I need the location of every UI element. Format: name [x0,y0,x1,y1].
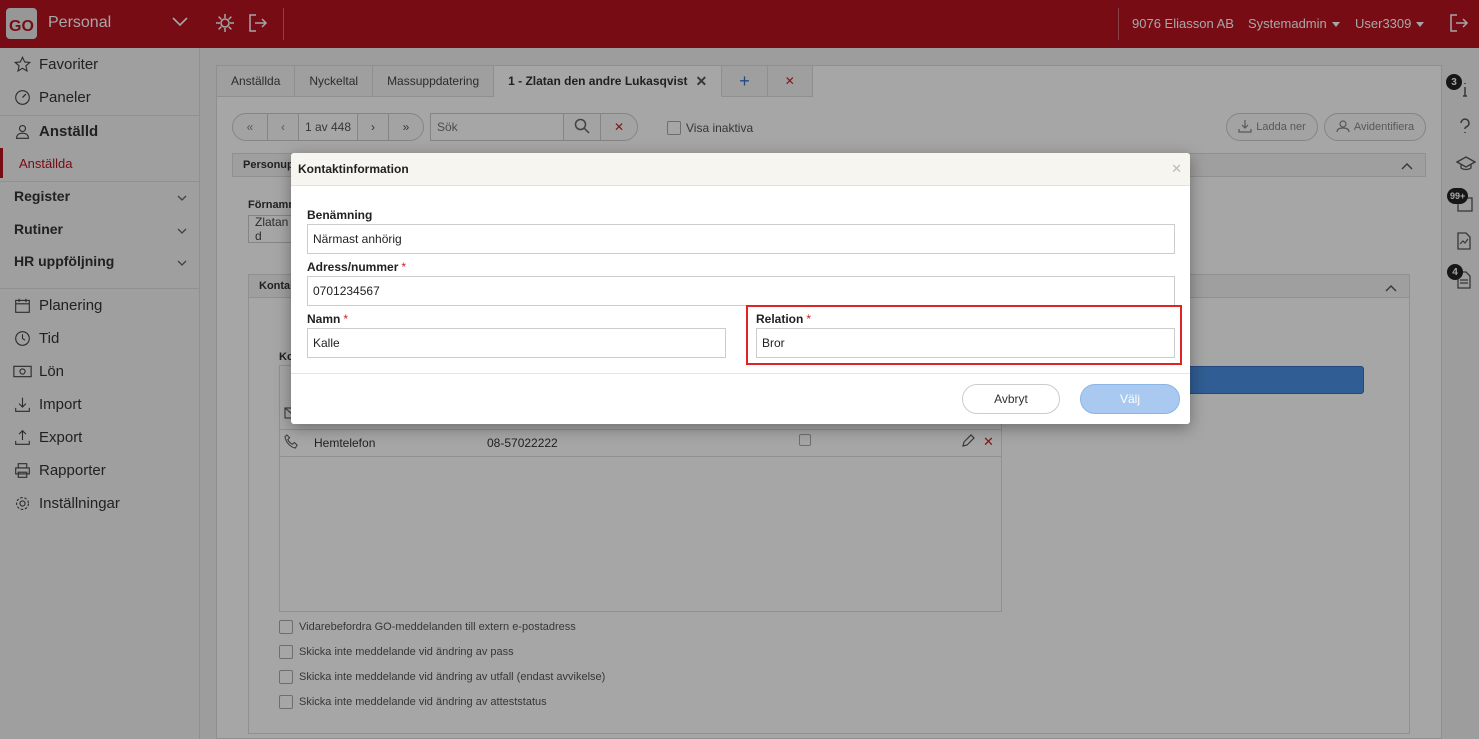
address-label-text: Adress/nummer [307,260,399,274]
relation-highlight-box [746,305,1182,365]
required-marker: * [343,312,349,326]
dialog-header: Kontaktinformation [291,153,1190,186]
contact-info-dialog: Kontaktinformation ✕ Benämning Adress/nu… [291,153,1190,424]
address-label: Adress/nummer * [307,260,406,274]
name-label-text: Namn [307,312,341,326]
dialog-footer-divider [291,373,1190,374]
cancel-button[interactable]: Avbryt [962,384,1060,414]
dialog-title: Kontaktinformation [298,162,409,176]
name-label: Namn * [307,312,348,326]
required-marker: * [401,260,407,274]
designation-label: Benämning [307,208,373,222]
name-input[interactable] [307,328,726,358]
select-button[interactable]: Välj [1080,384,1180,414]
designation-input[interactable] [307,224,1175,254]
address-input[interactable] [307,276,1175,306]
close-icon[interactable]: ✕ [1171,161,1182,177]
